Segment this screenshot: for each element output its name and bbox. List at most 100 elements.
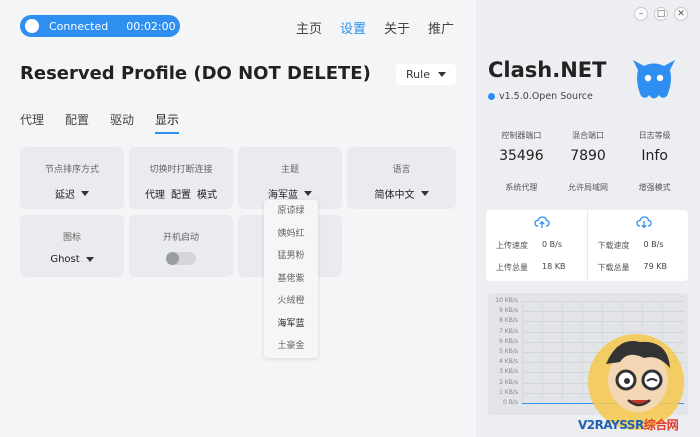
graph-y-tick: 7 KB/s <box>499 327 518 335</box>
graph-y-tick: 2 KB/s <box>499 378 518 386</box>
graph-y-tick: 1 KB/s <box>499 388 518 396</box>
theme-title: 主题 <box>280 165 299 175</box>
download-total-row: 下载总量 79 KB <box>598 262 667 273</box>
disconnect-title: 切换时打断连接 <box>149 165 213 175</box>
download-total-value: 79 KB <box>643 262 667 271</box>
theme-option-green[interactable]: 原谅绿 <box>264 200 318 223</box>
chevron-down-icon <box>85 257 94 262</box>
maximize-button[interactable]: □ <box>654 7 668 21</box>
download-total-label: 下载总量 <box>597 263 630 272</box>
theme-option-pink[interactable]: 猛男粉 <box>264 245 318 268</box>
disconnect-options: 代理 配置 模式 <box>129 186 233 201</box>
minimize-button[interactable]: – <box>634 7 648 21</box>
chevron-down-icon <box>437 72 446 77</box>
autostart-toggle[interactable] <box>166 252 196 265</box>
sort-card: 节点排序方式 延迟 <box>20 147 124 209</box>
tab-display[interactable]: 显示 <box>155 111 180 134</box>
watermark-part1: V2RAYSSR <box>578 418 644 432</box>
theme-value: 海军蓝 <box>268 190 298 201</box>
graph-y-tick: 6 KB/s <box>499 337 518 345</box>
cloud-download-icon <box>635 216 652 229</box>
graph-vertical-gridline <box>542 301 543 403</box>
upload-total-row: 上传总量 18 KB <box>496 262 565 273</box>
disconnect-option-proxy[interactable]: 代理 <box>145 186 165 201</box>
controller-port-label: 控制器端口 <box>501 131 542 140</box>
toggle-knob <box>166 252 179 265</box>
log-level-stat[interactable]: 日志等级 Info <box>621 130 688 164</box>
version-dot-icon <box>488 93 495 100</box>
graph-vertical-gridline <box>522 301 523 403</box>
port-stats: 控制器端口 35496 混合端口 7890 日志等级 Info <box>488 130 688 164</box>
graph-vertical-gridline <box>562 301 563 403</box>
download-speed-label: 下载速度 <box>597 241 630 250</box>
feature-toggles: 系统代理 允许局域网 增强模式 <box>488 182 688 193</box>
download-speed-row: 下载速度 0 B/s <box>598 240 664 251</box>
watermark-text: V2RAYSSR综合网 <box>578 416 679 433</box>
nav-home[interactable]: 主页 <box>296 18 322 37</box>
language-select[interactable]: 简体中文 <box>347 186 456 201</box>
status-timer: 00:02:00 <box>126 19 176 33</box>
allow-lan-toggle[interactable]: 允许局域网 <box>555 182 622 193</box>
tab-proxy[interactable]: 代理 <box>20 111 44 134</box>
disconnect-option-mode[interactable]: 模式 <box>197 186 217 201</box>
graph-gridline <box>522 311 684 313</box>
status-dot-icon <box>25 19 39 33</box>
mode-select-value: Rule <box>406 68 430 81</box>
tab-driver[interactable]: 驱动 <box>110 111 134 134</box>
connection-status-pill[interactable]: Connected 00:02:00 <box>20 15 180 37</box>
autostart-card: 开机启动 <box>129 215 233 277</box>
theme-option-navy[interactable]: 海军蓝 <box>264 313 318 336</box>
log-level-value: Info <box>641 148 668 164</box>
close-button[interactable]: ✕ <box>674 7 688 21</box>
chevron-down-icon <box>304 191 312 196</box>
upload-total-value: 18 KB <box>542 262 566 271</box>
log-level-label: 日志等级 <box>638 131 671 140</box>
download-column: 下载速度 0 B/s 下载总量 79 KB <box>586 210 689 281</box>
theme-option-purple[interactable]: 基佬紫 <box>264 268 318 291</box>
language-value: 简体中文 <box>374 190 415 201</box>
status-label: Connected <box>49 19 109 33</box>
upload-speed-value: 0 B/s <box>542 240 562 249</box>
graph-y-tick: 8 KB/s <box>499 317 518 325</box>
sort-select[interactable]: 延迟 <box>20 186 124 201</box>
icon-card: 图标 Ghost <box>20 215 124 277</box>
graph-y-tick: 9 KB/s <box>499 307 518 315</box>
mixed-port-stat[interactable]: 混合端口 7890 <box>555 130 622 164</box>
upload-column: 上传速度 0 B/s 上传总量 18 KB <box>486 210 587 281</box>
app-name: Clash.NET <box>488 58 607 82</box>
ghost-logo-icon <box>633 60 675 99</box>
graph-y-tick: 10 KB/s <box>495 297 518 304</box>
nav-about[interactable]: 关于 <box>384 18 410 37</box>
nav-promo[interactable]: 推广 <box>428 18 454 37</box>
disconnect-card: 切换时打断连接 代理 配置 模式 <box>129 147 233 209</box>
traffic-panel: 上传速度 0 B/s 上传总量 18 KB 下载速度 0 B/s 下载总量 79… <box>486 210 688 281</box>
icon-select[interactable]: Ghost <box>20 254 124 265</box>
theme-dropdown-menu: 原谅绿 姨妈红 猛男粉 基佬紫 火绒橙 海军蓝 土豪金 <box>264 200 318 358</box>
nav-settings[interactable]: 设置 <box>340 18 366 37</box>
enhanced-mode-toggle[interactable]: 增强模式 <box>621 182 688 193</box>
disconnect-option-config[interactable]: 配置 <box>171 186 191 201</box>
graph-gridline <box>522 301 684 302</box>
download-speed-value: 0 B/s <box>643 240 664 249</box>
theme-option-gold[interactable]: 土豪金 <box>264 335 318 358</box>
theme-select[interactable]: 海军蓝 <box>238 186 342 201</box>
upload-total-label: 上传总量 <box>496 263 528 272</box>
tab-config[interactable]: 配置 <box>65 111 89 134</box>
theme-option-orange[interactable]: 火绒橙 <box>264 290 318 313</box>
sort-title: 节点排序方式 <box>44 165 99 175</box>
graph-y-tick: 0 B/s <box>503 399 518 406</box>
mode-select[interactable]: Rule <box>396 64 456 85</box>
graph-y-tick: 5 KB/s <box>499 348 518 355</box>
profile-title: Reserved Profile (DO NOT DELETE) <box>20 63 371 84</box>
cloud-upload-icon <box>534 216 550 228</box>
theme-option-red[interactable]: 姨妈红 <box>264 223 318 246</box>
settings-subtabs: 代理 配置 驱动 显示 <box>20 111 180 134</box>
icon-title: 图标 <box>62 233 81 243</box>
upload-speed-row: 上传速度 0 B/s <box>496 240 562 251</box>
graph-gridline <box>522 321 684 323</box>
system-proxy-toggle[interactable]: 系统代理 <box>488 182 555 193</box>
watermark-part2: 综合网 <box>643 418 679 432</box>
top-nav: 主页 设置 关于 推广 <box>296 18 454 37</box>
chevron-down-icon <box>81 191 89 196</box>
controller-port-stat[interactable]: 控制器端口 35496 <box>488 130 555 164</box>
